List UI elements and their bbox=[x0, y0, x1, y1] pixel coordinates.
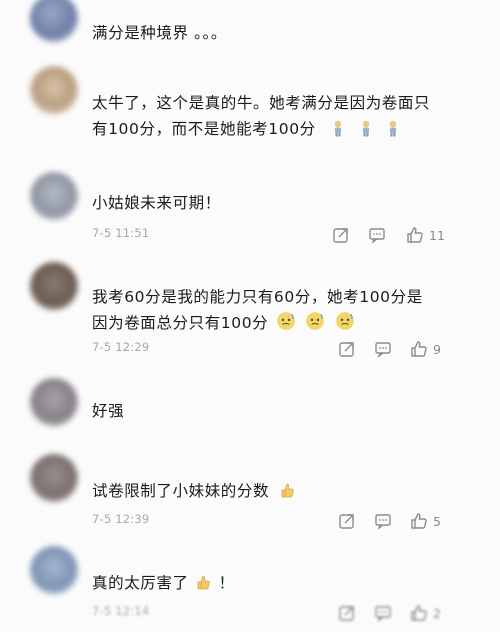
comment-meta: 7-5 12:29 9 bbox=[92, 340, 462, 360]
dizzy-figure-emoji-icon bbox=[390, 120, 397, 137]
comment-time: 7-5 12:29 bbox=[92, 340, 150, 354]
comment-icon bbox=[369, 228, 385, 244]
emoji-group bbox=[329, 120, 406, 138]
comment-icon bbox=[375, 514, 391, 530]
share-icon bbox=[339, 514, 354, 529]
avatar[interactable] bbox=[30, 66, 78, 114]
comment-text-fragment: ！ bbox=[218, 574, 235, 592]
avatar[interactable] bbox=[30, 378, 78, 426]
comment-text-fragment: 因为卷面总分只有100分 bbox=[92, 314, 269, 332]
avatar[interactable] bbox=[30, 172, 78, 220]
dizzy-figure-emoji-icon bbox=[362, 120, 370, 137]
reply-button[interactable] bbox=[368, 226, 388, 246]
comment-text-line: 我考60分是我的能力只有60分，她考100分是 bbox=[92, 288, 423, 306]
hot-face-emoji-icon bbox=[336, 312, 354, 330]
avatar[interactable] bbox=[30, 546, 78, 594]
comment-time: 7-5 11:51 bbox=[92, 226, 150, 240]
comment-time: 7-5 12:39 bbox=[92, 512, 150, 526]
comment-text-line-2: 有100分，而不是她能考100分 bbox=[92, 116, 406, 142]
like-button[interactable] bbox=[406, 226, 426, 246]
comment-text-fragment: 真的太厉害了 bbox=[92, 574, 189, 592]
share-icon bbox=[339, 606, 354, 621]
comment-text-fragment: 试卷限制了小妹妹的分数 bbox=[92, 482, 270, 500]
comment-text-line: 真的太厉害了 ！ bbox=[92, 570, 235, 596]
like-button[interactable] bbox=[410, 512, 430, 532]
avatar[interactable] bbox=[30, 262, 78, 310]
reply-button[interactable] bbox=[374, 604, 394, 624]
share-button[interactable] bbox=[338, 604, 358, 624]
thumbs-up-icon bbox=[407, 227, 423, 243]
thumbs-up-emoji-icon bbox=[197, 575, 210, 590]
thumbs-up-emoji-icon bbox=[281, 483, 294, 498]
dizzy-figure-emoji-icon bbox=[335, 120, 342, 137]
avatar[interactable] bbox=[30, 454, 78, 502]
share-button[interactable] bbox=[338, 340, 358, 360]
comment-icon bbox=[375, 606, 391, 622]
comment-text: 满分是种境界 。。。 bbox=[92, 24, 227, 42]
comment-meta: 7-5 12:39 5 bbox=[92, 512, 462, 532]
thumbs-up-icon bbox=[411, 341, 427, 357]
thumbs-up-icon bbox=[411, 605, 427, 621]
comment-time: 7-5 12:14 bbox=[92, 604, 150, 618]
like-button[interactable] bbox=[410, 604, 430, 624]
comment-text-fragment: 有100分，而不是她能考100分 bbox=[92, 120, 316, 138]
hot-face-emoji-icon bbox=[306, 312, 325, 330]
share-icon bbox=[339, 342, 354, 357]
comment-icon bbox=[375, 342, 391, 358]
share-icon bbox=[333, 228, 348, 243]
comment-meta: 7-5 12:14 2 bbox=[92, 604, 462, 624]
thumbs-up-icon bbox=[411, 513, 427, 529]
comment-text-line-2: 因为卷面总分只有100分 bbox=[92, 310, 359, 336]
like-count: 2 bbox=[433, 606, 441, 621]
comment-meta: 7-5 11:51 11 bbox=[92, 226, 462, 246]
like-count: 11 bbox=[429, 228, 445, 243]
emoji-group bbox=[276, 312, 359, 332]
like-count: 5 bbox=[433, 514, 441, 529]
like-button[interactable] bbox=[410, 340, 430, 360]
hot-face-emoji-icon bbox=[276, 312, 295, 330]
comment-text-line: 试卷限制了小妹妹的分数 bbox=[92, 478, 300, 504]
comment-text: 小姑娘未来可期！ bbox=[92, 194, 221, 212]
share-button[interactable] bbox=[338, 512, 358, 532]
avatar[interactable] bbox=[30, 0, 78, 42]
comment-text: 好强 bbox=[92, 402, 125, 420]
reply-button[interactable] bbox=[374, 340, 394, 360]
like-count: 9 bbox=[433, 342, 441, 357]
share-button[interactable] bbox=[332, 226, 352, 246]
comment-text-line: 太牛了，这个是真的牛。她考满分是因为卷面只 bbox=[92, 94, 431, 112]
comment-list: 满分是种境界 。。。 太牛了，这个是真的牛。她考满分是因为卷面只 有100分，而… bbox=[0, 0, 500, 632]
reply-button[interactable] bbox=[374, 512, 394, 532]
